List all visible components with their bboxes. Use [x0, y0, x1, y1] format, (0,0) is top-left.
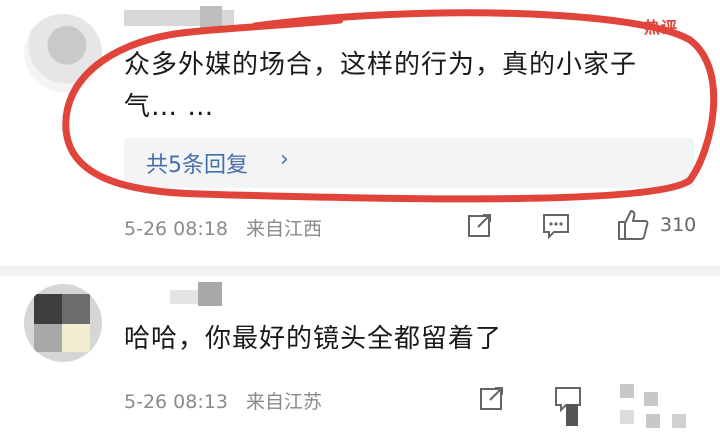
pixelated-overlay: [566, 404, 578, 426]
share-icon[interactable]: [478, 384, 506, 412]
comment-meta: 5-26 08:13 来自江苏: [124, 387, 322, 414]
comment-meta: 5-26 08:18 来自江西: [124, 214, 322, 241]
chevron-right-icon: ›: [280, 147, 289, 172]
comment-text: 哈哈，你最好的镜头全都留着了: [124, 324, 503, 354]
like-count: 310: [660, 214, 697, 236]
comment-icon[interactable]: [541, 211, 571, 241]
pixelated-overlay: [644, 392, 658, 406]
divider: [0, 266, 720, 276]
like-icon[interactable]: [616, 208, 650, 242]
pixelated-overlay: [620, 410, 634, 424]
avatar[interactable]: [24, 14, 102, 92]
comment-location: 来自江西: [245, 218, 322, 240]
avatar[interactable]: [24, 284, 102, 362]
comment-time: 5-26 08:18: [124, 218, 228, 240]
reply-count-link[interactable]: 共5条回复: [146, 147, 248, 179]
username-blurred: [198, 282, 222, 306]
hot-comment-badge: 热评: [644, 18, 679, 37]
comment-location: 来自江苏: [245, 391, 322, 413]
pixelated-overlay: [672, 414, 686, 428]
pixelated-overlay: [620, 384, 634, 398]
username-blurred[interactable]: [170, 290, 198, 304]
username-blurred: [200, 6, 222, 28]
share-icon[interactable]: [466, 211, 494, 239]
pixelated-overlay: [646, 414, 660, 428]
reply-summary-box[interactable]: 共5条回复 ›: [124, 138, 694, 188]
comment-text: 众多外媒的场合，这样的行为，真的小家子气… …: [124, 50, 638, 122]
comment-time: 5-26 08:13: [124, 391, 228, 413]
